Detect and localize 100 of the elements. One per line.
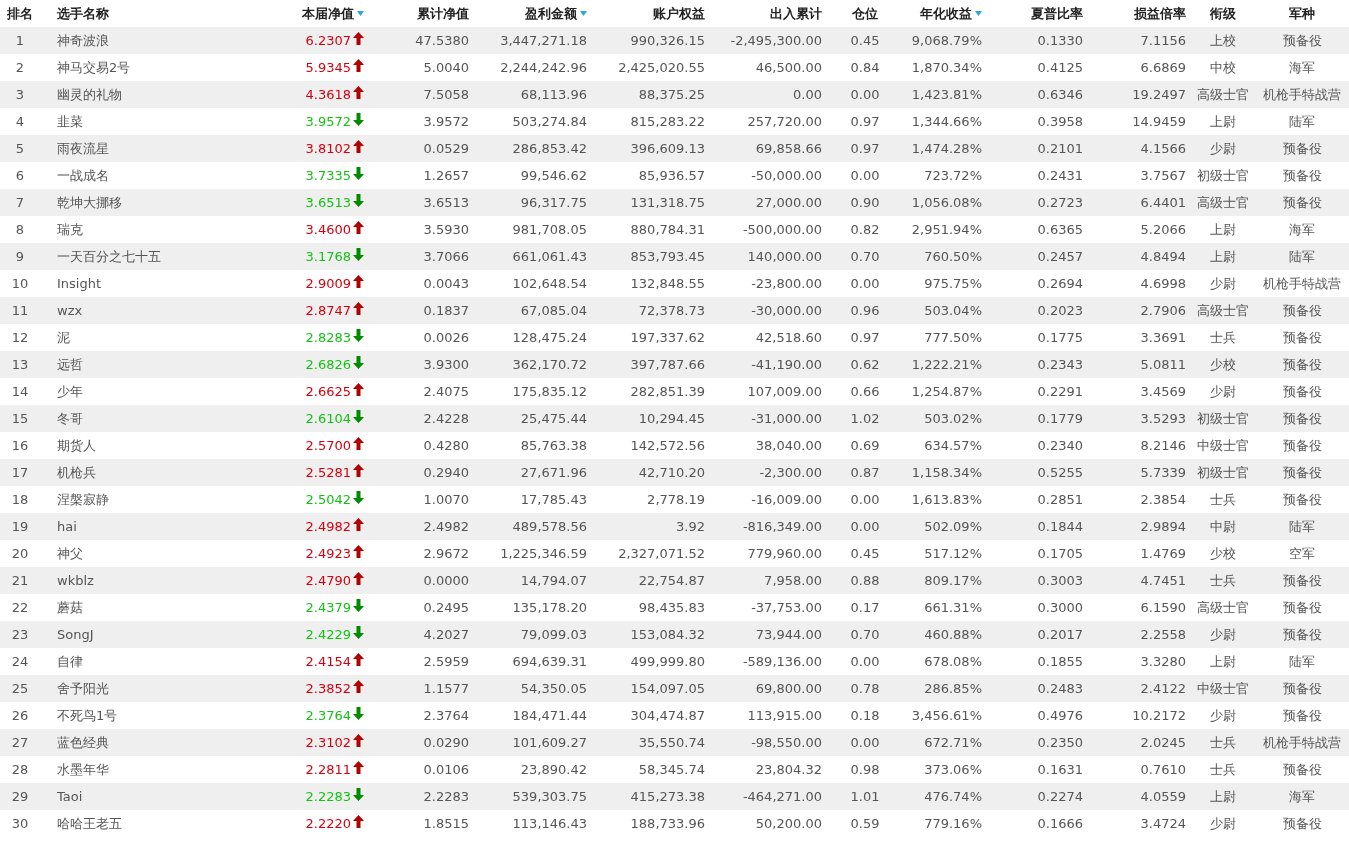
table-cell: 661.31% <box>924 600 982 615</box>
table-cell: 4.0559 <box>1140 789 1186 804</box>
table-cell: 24 <box>11 654 29 669</box>
table-cell: 1,158.34% <box>911 465 982 480</box>
table-cell: 预备役 <box>1282 409 1322 428</box>
table-cell: 0.2940 <box>423 465 469 480</box>
table-cell: 5.7339 <box>1140 465 1186 480</box>
table-cell: 7 <box>15 195 25 210</box>
table-cell: 2.3854 <box>1140 492 1186 507</box>
table-cell: 0.70 <box>850 249 880 264</box>
table-cell: 0.00 <box>850 519 880 534</box>
table-cell: 113,146.43 <box>512 816 587 831</box>
table-cell: 23,890.42 <box>520 762 587 777</box>
net-value: 2.4982 <box>305 519 351 534</box>
table-cell: -98,550.00 <box>751 735 822 750</box>
table-cell: 机枪手特战营 <box>1263 85 1341 104</box>
table-cell: 4.2027 <box>423 627 469 642</box>
table-cell: 1.01 <box>850 789 880 804</box>
table-cell: 1,254.87% <box>911 384 982 399</box>
column-header[interactable]: 年化收益 <box>920 4 972 23</box>
column-header: 排名 <box>7 4 33 23</box>
table-cell: 1.1577 <box>423 681 469 696</box>
table-cell: 96,317.75 <box>520 195 587 210</box>
player-name: 神父 <box>57 544 83 563</box>
net-value: 4.3618 <box>305 87 351 102</box>
table-cell: 6.6869 <box>1140 60 1186 75</box>
table-cell: 142,572.56 <box>630 438 705 453</box>
table-cell: -500,000.00 <box>742 222 822 237</box>
table-cell: 2,951.94% <box>911 222 982 237</box>
table-cell: 预备役 <box>1282 679 1322 698</box>
table-cell: 113,915.00 <box>747 708 822 723</box>
table-cell: 0.66 <box>850 384 880 399</box>
table-cell: 上尉 <box>1209 112 1236 131</box>
column-header[interactable]: 本届净值 <box>302 4 354 23</box>
table-cell: 304,474.87 <box>630 708 705 723</box>
table-cell: 0.4125 <box>1037 60 1083 75</box>
table-cell: 3 <box>15 87 25 102</box>
table-cell: 7.5058 <box>423 87 469 102</box>
table-cell: 779,960.00 <box>747 546 822 561</box>
net-value: 3.8102 <box>305 141 351 156</box>
table-cell: 0.2274 <box>1037 789 1083 804</box>
table-cell: 286,853.42 <box>512 141 587 156</box>
table-cell: 46,500.00 <box>755 60 822 75</box>
table-cell: 预备役 <box>1282 814 1322 833</box>
table-cell: 503,274.84 <box>512 114 587 129</box>
table-cell: 85,936.57 <box>638 168 705 183</box>
table-cell: 3.3691 <box>1140 330 1186 345</box>
sort-icon[interactable] <box>357 11 364 16</box>
table-cell: 上尉 <box>1209 787 1236 806</box>
table-cell: 预备役 <box>1282 598 1322 617</box>
table-cell: 3.5930 <box>423 222 469 237</box>
table-cell: 286.85% <box>924 681 982 696</box>
table-cell: 175,835.12 <box>512 384 587 399</box>
table-cell: -41,190.00 <box>751 357 822 372</box>
table-cell: 779.16% <box>924 816 982 831</box>
sort-icon[interactable] <box>975 11 982 16</box>
player-name: 自律 <box>57 652 83 671</box>
table-cell: 11 <box>11 303 29 318</box>
table-cell: 8.2146 <box>1140 438 1186 453</box>
column-header: 损益倍率 <box>1134 4 1186 23</box>
table-cell: 0.69 <box>850 438 880 453</box>
table-cell: 机枪手特战营 <box>1263 733 1341 752</box>
table-cell: 高级士官 <box>1196 85 1249 104</box>
table-cell: -23,800.00 <box>751 276 822 291</box>
player-name: Taoi <box>57 789 83 804</box>
player-name: 神奇波浪 <box>57 31 109 50</box>
table-cell: 预备役 <box>1282 436 1322 455</box>
table-cell: 415,273.38 <box>630 789 705 804</box>
net-value: 2.3102 <box>305 735 351 750</box>
table-cell: 预备役 <box>1282 139 1322 158</box>
table-cell: 0.84 <box>850 60 880 75</box>
table-cell: 27,000.00 <box>755 195 822 210</box>
net-value: 2.8747 <box>305 303 351 318</box>
table-cell: 中级士官 <box>1196 679 1249 698</box>
column-header: 衔级 <box>1209 4 1236 23</box>
table-cell: 539,303.75 <box>512 789 587 804</box>
net-value: 2.4154 <box>305 654 351 669</box>
net-value: 2.6826 <box>305 357 351 372</box>
table-cell: 72,378.73 <box>638 303 705 318</box>
sort-icon[interactable] <box>580 11 587 16</box>
table-cell: 460.88% <box>924 627 982 642</box>
table-cell: 23,804.32 <box>755 762 822 777</box>
table-cell: 0.0106 <box>423 762 469 777</box>
table-cell: 9 <box>15 249 25 264</box>
column-header[interactable]: 盈利金额 <box>525 4 577 23</box>
table-cell: 4.1566 <box>1140 141 1186 156</box>
table-cell: 3,447,271.18 <box>500 33 587 48</box>
table-cell: 42,710.20 <box>638 465 705 480</box>
table-cell: 7,958.00 <box>764 573 822 588</box>
table-cell: 少校 <box>1209 355 1236 374</box>
table-cell: 184,471.44 <box>512 708 587 723</box>
table-cell: 154,097.05 <box>630 681 705 696</box>
net-value: 2.3764 <box>305 708 351 723</box>
table-cell: 0.2291 <box>1037 384 1083 399</box>
table-cell: 1,870.34% <box>911 60 982 75</box>
table-cell: 少尉 <box>1209 139 1236 158</box>
table-cell: 0.2457 <box>1037 249 1083 264</box>
table-cell: 0.45 <box>850 33 880 48</box>
table-cell: 282,851.39 <box>630 384 705 399</box>
table-cell: 132,848.55 <box>630 276 705 291</box>
